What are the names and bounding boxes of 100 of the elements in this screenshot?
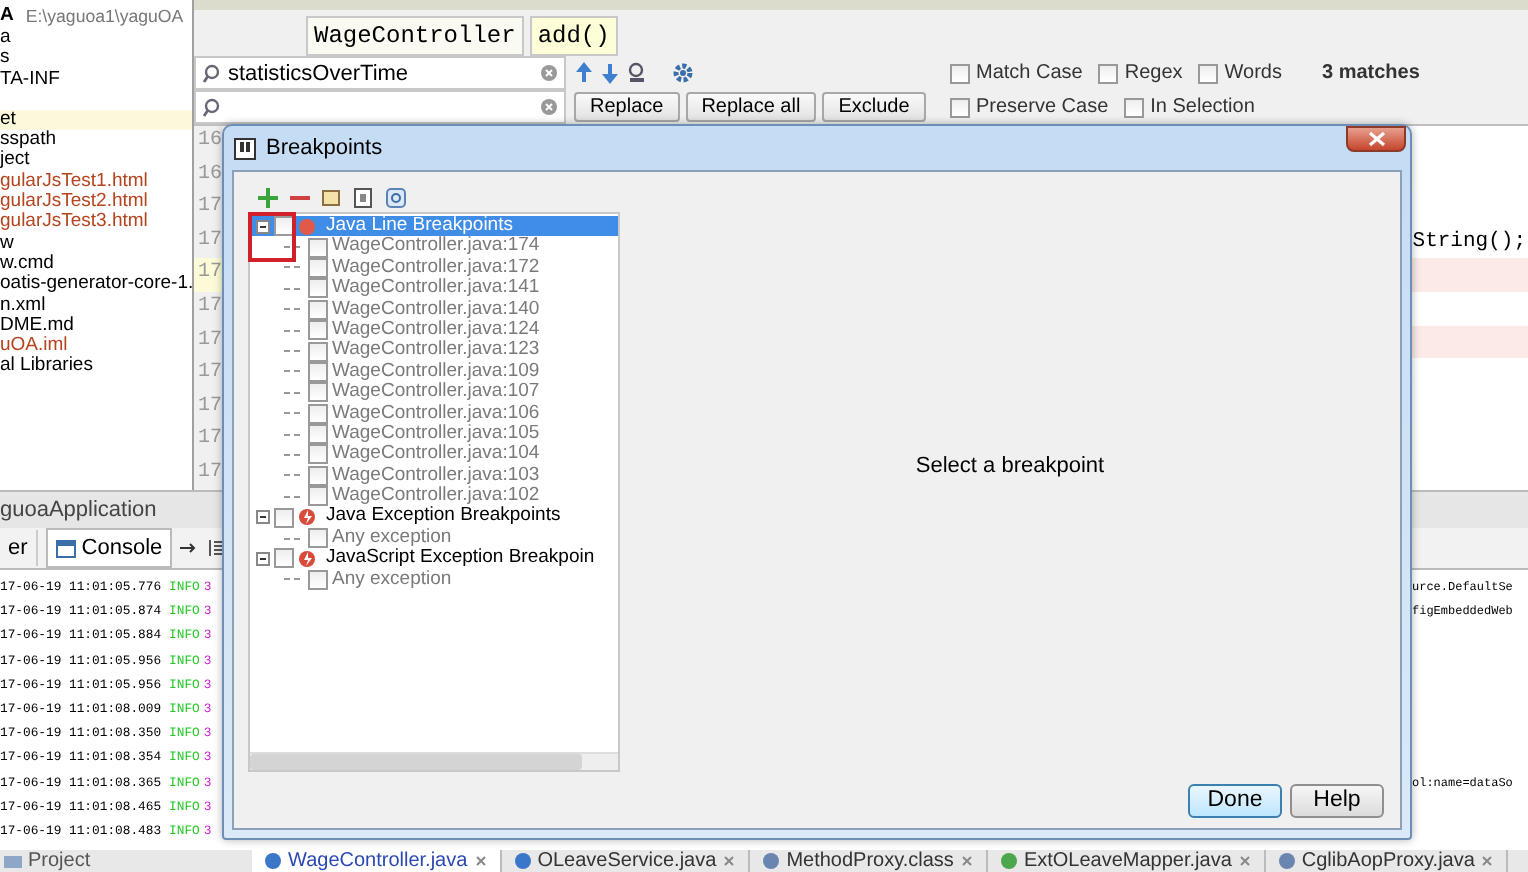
checkbox[interactable] xyxy=(274,548,294,569)
checkbox[interactable] xyxy=(1124,97,1145,117)
project-item[interactable]: n.xml xyxy=(0,295,192,316)
project-tool-label[interactable]: Project xyxy=(28,850,91,872)
line-number: 17 xyxy=(196,426,222,455)
project-root[interactable]: A xyxy=(0,4,14,28)
project-item[interactable]: ject xyxy=(0,150,192,172)
close-button[interactable] xyxy=(1346,126,1406,152)
dialog-button[interactable]: Done xyxy=(1188,783,1282,817)
close-icon xyxy=(959,854,974,868)
search-icon xyxy=(202,63,222,83)
checkbox[interactable] xyxy=(274,216,294,237)
project-item[interactable]: al Libraries xyxy=(0,356,192,378)
tree-row[interactable]: WageController.java:103 xyxy=(250,465,618,487)
empty-detail-message: Select a breakpoint xyxy=(915,454,1105,482)
editor-tab[interactable]: OLeaveService.java xyxy=(501,850,751,872)
tree-row[interactable]: WageController.java:172 xyxy=(250,257,618,279)
checkbox[interactable] xyxy=(308,444,328,465)
checkbox[interactable] xyxy=(308,257,328,278)
breakpoint-label: Any exception xyxy=(332,527,452,548)
tree-row[interactable]: Any exception xyxy=(250,569,618,591)
project-item[interactable]: a xyxy=(0,28,192,49)
breakpoint-label: WageController.java:102 xyxy=(332,486,540,507)
tree-row[interactable]: Any exception xyxy=(250,527,618,549)
checkbox[interactable] xyxy=(950,63,970,83)
find-button[interactable]: Exclude xyxy=(822,92,926,122)
checkbox[interactable] xyxy=(308,403,328,424)
checkbox[interactable] xyxy=(308,528,328,549)
scrollbar[interactable] xyxy=(250,752,618,770)
breakpoint-label: WageController.java:174 xyxy=(332,236,540,258)
group-icon[interactable] xyxy=(322,187,342,207)
checkbox[interactable] xyxy=(308,569,328,590)
project-item[interactable]: gularJsTest2.html xyxy=(0,192,192,213)
file-icon[interactable] xyxy=(354,187,374,207)
group-label: JavaScript Exception Breakpoin xyxy=(326,548,595,570)
dialog-button[interactable]: Help xyxy=(1290,783,1384,817)
project-item[interactable]: gularJsTest3.html xyxy=(0,212,192,234)
panel-tab[interactable]: er xyxy=(0,530,38,566)
close-icon xyxy=(1480,854,1495,868)
up-arrow-icon[interactable] xyxy=(574,62,594,84)
tree-group-row[interactable]: Java Exception Breakpoints xyxy=(250,506,618,528)
checkbox[interactable] xyxy=(308,465,328,486)
collapse-icon[interactable] xyxy=(256,219,270,234)
checkbox[interactable] xyxy=(1198,63,1219,83)
tree-row[interactable]: WageController.java:140 xyxy=(250,299,618,320)
collapse-icon[interactable] xyxy=(256,551,270,566)
editor-tab[interactable]: WageController.java xyxy=(252,850,502,872)
line-number: 17 xyxy=(196,360,222,389)
down-arrow-icon[interactable] xyxy=(600,62,620,84)
tree-row[interactable]: WageController.java:105 xyxy=(250,423,618,445)
tree-row[interactable]: WageController.java:141 xyxy=(250,278,618,300)
checkbox[interactable] xyxy=(308,299,328,320)
checkbox[interactable] xyxy=(308,361,328,382)
find-button[interactable]: Replace xyxy=(574,92,680,122)
add-icon[interactable] xyxy=(258,187,278,207)
checkbox[interactable] xyxy=(308,341,328,362)
close-icon xyxy=(722,854,737,868)
tree-row[interactable]: WageController.java:102 xyxy=(250,486,618,507)
tree-row[interactable]: WageController.java:104 xyxy=(250,444,618,466)
checkbox[interactable] xyxy=(950,97,970,117)
breadcrumb[interactable]: add() xyxy=(529,16,618,56)
checkbox[interactable] xyxy=(308,278,328,299)
checkbox[interactable] xyxy=(308,237,328,258)
project-item[interactable]: gularJsTest1.html xyxy=(0,171,192,193)
project-item[interactable]: DME.md xyxy=(0,315,192,337)
panel-tab[interactable]: Console xyxy=(45,528,173,568)
project-item[interactable]: TA-INF xyxy=(0,69,192,90)
tree-row[interactable]: WageController.java:106 xyxy=(250,403,618,424)
project-item[interactable]: w.cmd xyxy=(0,253,192,275)
close-icon xyxy=(473,854,488,868)
project-item[interactable]: oatis-generator-core-1. xyxy=(0,274,192,296)
line-number: 17 xyxy=(196,327,222,356)
checkbox[interactable] xyxy=(1098,63,1119,83)
project-item[interactable]: w xyxy=(0,233,192,254)
editor-tab[interactable]: ExtOLeaveMapper.java xyxy=(987,850,1266,872)
line-number: 17 xyxy=(196,459,222,488)
settings-icon[interactable] xyxy=(672,62,694,84)
tree-row[interactable]: WageController.java:109 xyxy=(250,361,618,383)
project-item[interactable]: s xyxy=(0,48,192,70)
checkbox[interactable] xyxy=(308,424,328,445)
editor-tab[interactable]: CglibAopProxy.java xyxy=(1265,850,1509,872)
collapse-icon[interactable] xyxy=(256,510,270,525)
checkbox[interactable] xyxy=(308,320,328,341)
replace-field[interactable] xyxy=(194,90,566,124)
option-label: Regex xyxy=(1124,62,1183,84)
project-item[interactable]: uOA.iml xyxy=(0,336,192,357)
checkbox[interactable] xyxy=(308,486,328,507)
tree-row[interactable]: WageController.java:124 xyxy=(250,319,618,341)
clear-icon xyxy=(540,64,558,82)
search-field[interactable]: statisticsOverTime xyxy=(194,56,566,90)
checkbox[interactable] xyxy=(274,507,294,528)
editor-tab[interactable]: MethodProxy.class xyxy=(750,850,988,872)
find-button[interactable]: Replace all xyxy=(685,92,817,122)
checkbox[interactable] xyxy=(308,382,328,403)
tree-row[interactable]: WageController.java:123 xyxy=(250,340,618,362)
tree-group-row[interactable]: JavaScript Exception Breakpoin xyxy=(250,548,618,570)
breadcrumb[interactable]: WageController xyxy=(306,16,524,56)
project-item[interactable]: et xyxy=(0,109,192,131)
project-item[interactable]: sspath xyxy=(0,130,192,151)
tree-row[interactable]: WageController.java:107 xyxy=(250,382,618,404)
